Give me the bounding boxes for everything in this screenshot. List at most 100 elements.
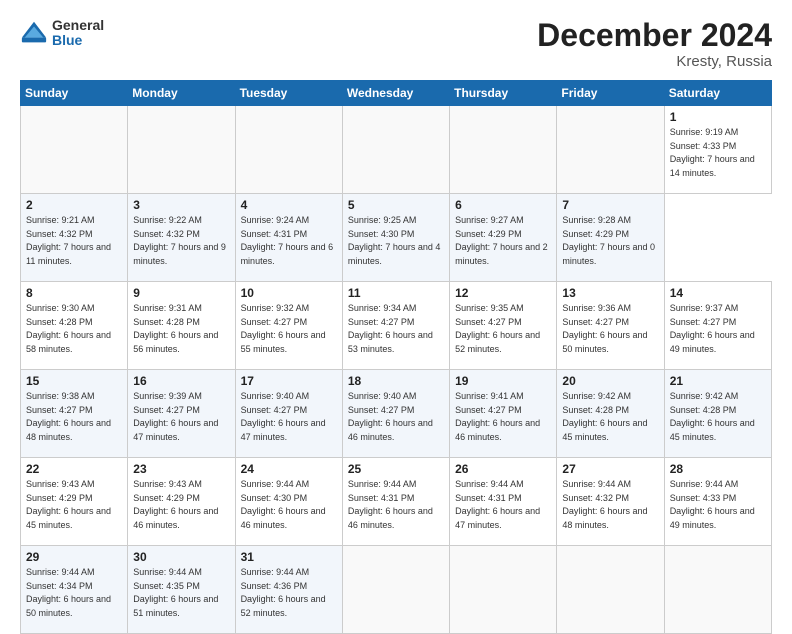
day-info: Sunrise: 9:42 AMSunset: 4:28 PMDaylight:… — [562, 390, 658, 444]
day-cell-6: 6 Sunrise: 9:27 AMSunset: 4:29 PMDaylight… — [450, 194, 557, 282]
day-number: 3 — [133, 198, 229, 212]
day-number: 27 — [562, 462, 658, 476]
day-cell-1: 1Sunrise: 9:19 AMSunset: 4:33 PMDaylight… — [664, 106, 771, 194]
day-info: Sunrise: 9:37 AMSunset: 4:27 PMDaylight:… — [670, 302, 766, 356]
day-info: Sunrise: 9:44 AMSunset: 4:30 PMDaylight:… — [241, 478, 337, 532]
day-cell-16: 16Sunrise: 9:39 AMSunset: 4:27 PMDayligh… — [128, 370, 235, 458]
logo-text: General Blue — [52, 18, 104, 49]
day-number: 1 — [670, 110, 766, 124]
day-info: Sunrise: 9:28 AMSunset: 4:29 PMDaylight:… — [562, 214, 658, 268]
calendar-week-0: 1Sunrise: 9:19 AMSunset: 4:33 PMDaylight… — [21, 106, 772, 194]
calendar-week-5: 29 Sunrise: 9:44 AMSunset: 4:34 PMDayligh… — [21, 546, 772, 634]
day-info: Sunrise: 9:44 AMSunset: 4:33 PMDaylight:… — [670, 478, 766, 532]
page: General Blue December 2024 Kresty, Russi… — [0, 0, 792, 612]
day-info: Sunrise: 9:34 AMSunset: 4:27 PMDaylight:… — [348, 302, 444, 356]
day-cell-15: 15Sunrise: 9:38 AMSunset: 4:27 PMDayligh… — [21, 370, 128, 458]
day-number: 20 — [562, 374, 658, 388]
day-info: Sunrise: 9:41 AMSunset: 4:27 PMDaylight:… — [455, 390, 551, 444]
title-location: Kresty, Russia — [537, 53, 772, 70]
empty-cell — [557, 106, 664, 194]
day-number: 10 — [241, 286, 337, 300]
empty-cell — [21, 106, 128, 194]
day-number: 18 — [348, 374, 444, 388]
logo-icon — [20, 19, 48, 47]
day-info: Sunrise: 9:44 AMSunset: 4:32 PMDaylight:… — [562, 478, 658, 532]
day-info: Sunrise: 9:44 AMSunset: 4:31 PMDaylight:… — [348, 478, 444, 532]
day-cell-28: 28Sunrise: 9:44 AMSunset: 4:33 PMDayligh… — [664, 458, 771, 546]
day-info: Sunrise: 9:21 AMSunset: 4:32 PMDaylight:… — [26, 214, 122, 268]
day-number: 4 — [241, 198, 337, 212]
empty-cell — [342, 546, 449, 634]
day-number: 24 — [241, 462, 337, 476]
day-cell-14: 14 Sunrise: 9:37 AMSunset: 4:27 PMDayligh… — [664, 282, 771, 370]
day-info: Sunrise: 9:40 AMSunset: 4:27 PMDaylight:… — [348, 390, 444, 444]
calendar-week-2: 8 Sunrise: 9:30 AMSunset: 4:28 PMDaylight… — [21, 282, 772, 370]
col-tuesday: Tuesday — [235, 81, 342, 106]
day-cell-2: 2 Sunrise: 9:21 AMSunset: 4:32 PMDaylight… — [21, 194, 128, 282]
day-cell-11: 11 Sunrise: 9:34 AMSunset: 4:27 PMDayligh… — [342, 282, 449, 370]
day-number: 7 — [562, 198, 658, 212]
day-info: Sunrise: 9:44 AMSunset: 4:31 PMDaylight:… — [455, 478, 551, 532]
col-monday: Monday — [128, 81, 235, 106]
day-cell-31: 31 Sunrise: 9:44 AMSunset: 4:36 PMDayligh… — [235, 546, 342, 634]
day-cell-22: 22Sunrise: 9:43 AMSunset: 4:29 PMDayligh… — [21, 458, 128, 546]
empty-cell — [450, 546, 557, 634]
calendar-week-1: 2 Sunrise: 9:21 AMSunset: 4:32 PMDaylight… — [21, 194, 772, 282]
day-number: 26 — [455, 462, 551, 476]
day-number: 19 — [455, 374, 551, 388]
day-info: Sunrise: 9:44 AMSunset: 4:36 PMDaylight:… — [241, 566, 337, 620]
day-info: Sunrise: 9:43 AMSunset: 4:29 PMDaylight:… — [133, 478, 229, 532]
day-info: Sunrise: 9:44 AMSunset: 4:35 PMDaylight:… — [133, 566, 229, 620]
logo: General Blue — [20, 18, 104, 49]
day-info: Sunrise: 9:35 AMSunset: 4:27 PMDaylight:… — [455, 302, 551, 356]
day-info: Sunrise: 9:30 AMSunset: 4:28 PMDaylight:… — [26, 302, 122, 356]
day-info: Sunrise: 9:38 AMSunset: 4:27 PMDaylight:… — [26, 390, 122, 444]
empty-cell — [557, 546, 664, 634]
day-cell-5: 5 Sunrise: 9:25 AMSunset: 4:30 PMDaylight… — [342, 194, 449, 282]
title-month: December 2024 — [537, 18, 772, 53]
day-info: Sunrise: 9:40 AMSunset: 4:27 PMDaylight:… — [241, 390, 337, 444]
empty-cell — [128, 106, 235, 194]
day-number: 9 — [133, 286, 229, 300]
empty-cell — [450, 106, 557, 194]
day-number: 6 — [455, 198, 551, 212]
day-cell-7: 7 Sunrise: 9:28 AMSunset: 4:29 PMDaylight… — [557, 194, 664, 282]
calendar-week-3: 15Sunrise: 9:38 AMSunset: 4:27 PMDayligh… — [21, 370, 772, 458]
empty-cell — [664, 546, 771, 634]
day-cell-19: 19 Sunrise: 9:41 AMSunset: 4:27 PMDayligh… — [450, 370, 557, 458]
day-info: Sunrise: 9:27 AMSunset: 4:29 PMDaylight:… — [455, 214, 551, 268]
header: General Blue December 2024 Kresty, Russi… — [20, 18, 772, 70]
day-number: 16 — [133, 374, 229, 388]
day-info: Sunrise: 9:44 AMSunset: 4:34 PMDaylight:… — [26, 566, 122, 620]
day-info: Sunrise: 9:25 AMSunset: 4:30 PMDaylight:… — [348, 214, 444, 268]
day-number: 12 — [455, 286, 551, 300]
day-number: 2 — [26, 198, 122, 212]
day-number: 8 — [26, 286, 122, 300]
day-number: 23 — [133, 462, 229, 476]
day-cell-20: 20 Sunrise: 9:42 AMSunset: 4:28 PMDayligh… — [557, 370, 664, 458]
day-number: 13 — [562, 286, 658, 300]
day-info: Sunrise: 9:36 AMSunset: 4:27 PMDaylight:… — [562, 302, 658, 356]
day-info: Sunrise: 9:42 AMSunset: 4:28 PMDaylight:… — [670, 390, 766, 444]
day-cell-18: 18 Sunrise: 9:40 AMSunset: 4:27 PMDayligh… — [342, 370, 449, 458]
col-friday: Friday — [557, 81, 664, 106]
day-cell-26: 26 Sunrise: 9:44 AMSunset: 4:31 PMDayligh… — [450, 458, 557, 546]
day-cell-9: 9Sunrise: 9:31 AMSunset: 4:28 PMDaylight… — [128, 282, 235, 370]
title-block: December 2024 Kresty, Russia — [537, 18, 772, 70]
day-cell-13: 13 Sunrise: 9:36 AMSunset: 4:27 PMDayligh… — [557, 282, 664, 370]
day-number: 14 — [670, 286, 766, 300]
day-number: 31 — [241, 550, 337, 564]
empty-cell — [235, 106, 342, 194]
day-number: 29 — [26, 550, 122, 564]
day-number: 11 — [348, 286, 444, 300]
day-info: Sunrise: 9:24 AMSunset: 4:31 PMDaylight:… — [241, 214, 337, 268]
day-cell-10: 10Sunrise: 9:32 AMSunset: 4:27 PMDayligh… — [235, 282, 342, 370]
day-cell-3: 3Sunrise: 9:22 AMSunset: 4:32 PMDaylight… — [128, 194, 235, 282]
day-cell-25: 25 Sunrise: 9:44 AMSunset: 4:31 PMDayligh… — [342, 458, 449, 546]
day-cell-12: 12 Sunrise: 9:35 AMSunset: 4:27 PMDayligh… — [450, 282, 557, 370]
day-cell-8: 8 Sunrise: 9:30 AMSunset: 4:28 PMDaylight… — [21, 282, 128, 370]
calendar-week-4: 22Sunrise: 9:43 AMSunset: 4:29 PMDayligh… — [21, 458, 772, 546]
calendar-header-row: Sunday Monday Tuesday Wednesday Thursday… — [21, 81, 772, 106]
day-number: 5 — [348, 198, 444, 212]
day-number: 25 — [348, 462, 444, 476]
